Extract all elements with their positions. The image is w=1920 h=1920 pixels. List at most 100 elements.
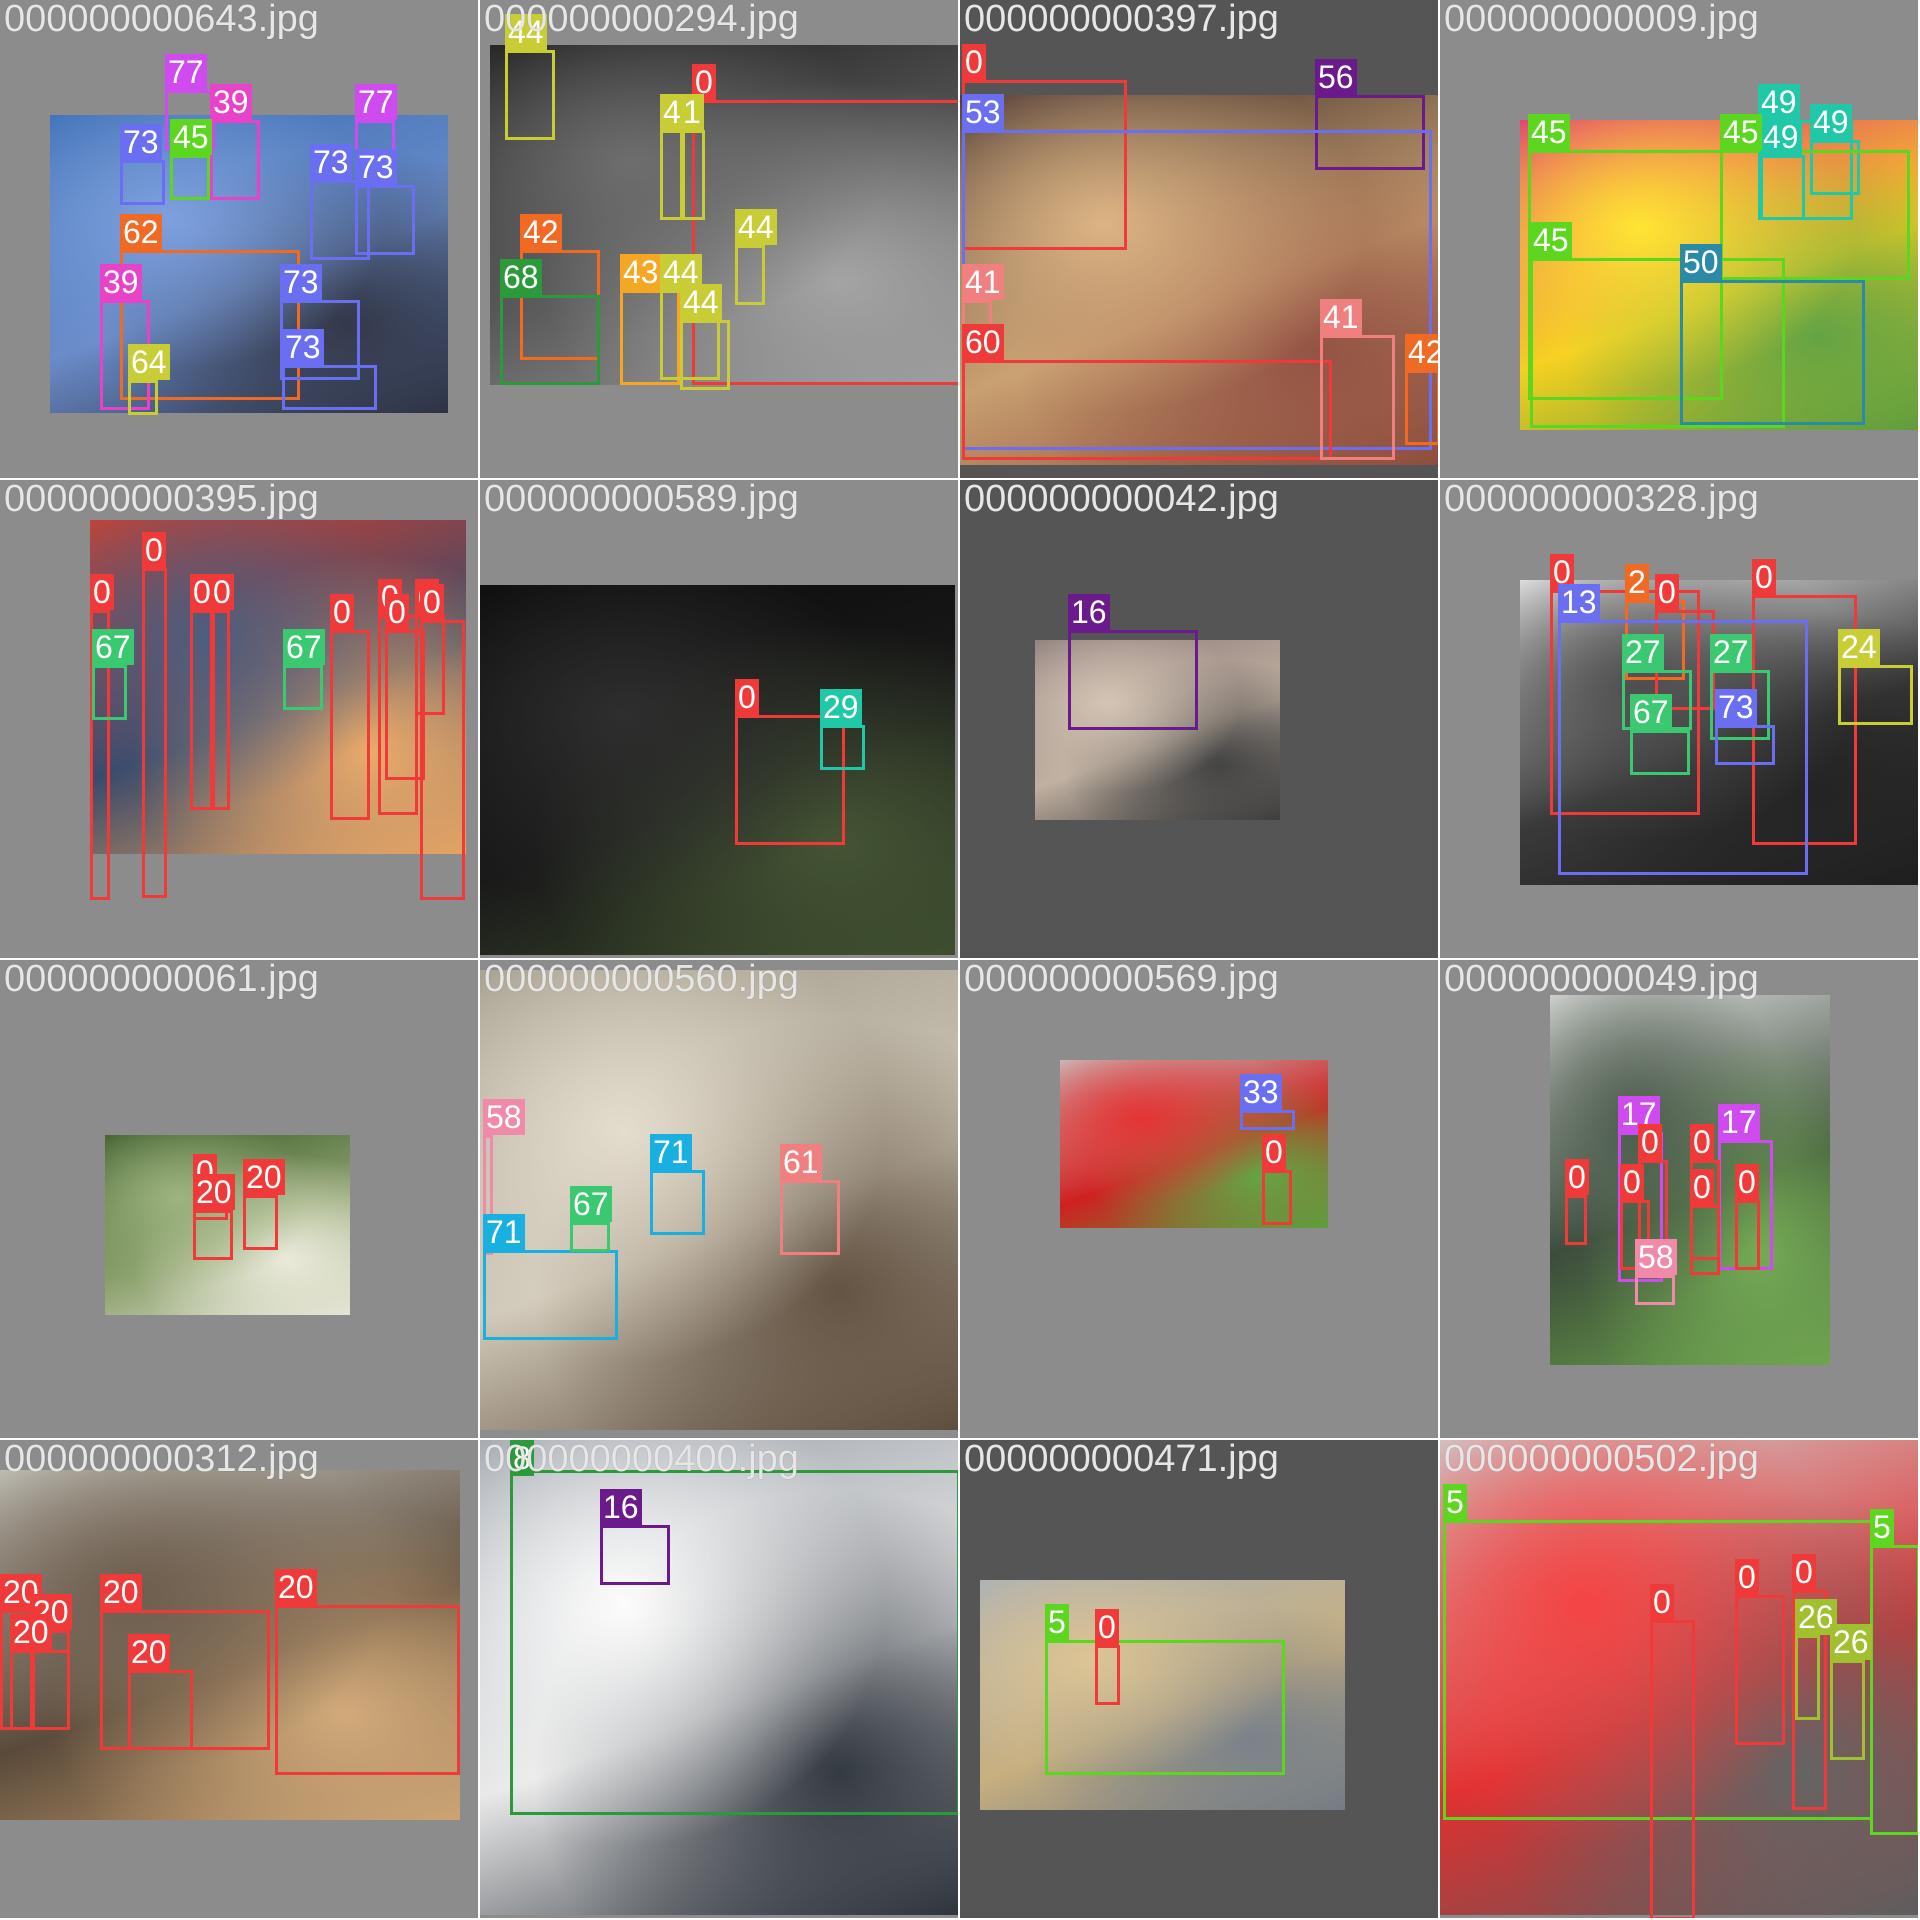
bounding-box	[650, 1170, 705, 1235]
bounding-box	[510, 1470, 958, 1815]
class-label: 20	[275, 1569, 317, 1605]
class-label: 73	[355, 149, 397, 185]
class-label: 0	[1620, 1164, 1644, 1200]
class-label: 39	[100, 264, 142, 300]
bounding-box	[170, 155, 210, 200]
class-label: 73	[280, 264, 322, 300]
image-filename: 000000000560.jpg	[484, 960, 799, 1000]
class-label: 0	[1735, 1164, 1759, 1200]
class-label: 0	[1690, 1169, 1714, 1205]
class-label: 49	[1760, 119, 1802, 155]
class-label: 61	[780, 1144, 822, 1180]
class-label: 0	[142, 532, 166, 568]
class-label: 20	[128, 1634, 170, 1670]
class-label: 71	[650, 1134, 692, 1170]
image-filename: 000000000049.jpg	[1444, 960, 1759, 1000]
bounding-box	[1240, 1110, 1295, 1130]
class-label: 0	[1565, 1159, 1589, 1195]
class-label: 1	[680, 94, 704, 130]
mosaic-tile: 000000000471.jpg 5 0	[960, 1440, 1438, 1918]
image-filename: 000000000589.jpg	[484, 480, 799, 520]
class-label: 20	[100, 1574, 142, 1610]
image-filename: 000000000643.jpg	[4, 0, 319, 40]
bounding-box	[1870, 1545, 1918, 1835]
class-label: 71	[483, 1214, 525, 1250]
bounding-box	[820, 725, 865, 770]
bounding-box	[1630, 730, 1690, 775]
bounding-box	[210, 610, 230, 810]
bounding-box	[1690, 1205, 1720, 1275]
mosaic-tile: 000000000643.jpg 77 39 45 77 73 73 73 62 39 73 73 64	[0, 0, 478, 478]
bounding-box	[600, 1525, 670, 1585]
class-label: 0	[1650, 1584, 1674, 1620]
bounding-box	[692, 100, 958, 385]
mosaic-tile: 000000000397.jpg 0 56 53 41 60 41 42	[960, 0, 1438, 478]
class-label: 58	[483, 1099, 525, 1135]
bounding-box	[505, 50, 555, 140]
class-label: 17	[1718, 1104, 1760, 1140]
bounding-box	[1795, 1635, 1820, 1720]
bounding-box	[1565, 1195, 1587, 1245]
class-label: 0	[1792, 1554, 1816, 1590]
class-label: 56	[1315, 59, 1357, 95]
class-label: 0	[735, 679, 759, 715]
class-label: 5	[1045, 1604, 1069, 1640]
class-label: 43	[620, 254, 662, 290]
class-label: 5	[1443, 1484, 1467, 1520]
class-label: 64	[128, 344, 170, 380]
bounding-box	[1650, 1620, 1695, 1918]
class-label: 16	[600, 1489, 642, 1525]
bounding-box	[243, 1195, 278, 1250]
image-filename: 000000000395.jpg	[4, 480, 319, 520]
class-label: 42	[1405, 334, 1438, 370]
image-filename: 000000000328.jpg	[1444, 480, 1759, 520]
bounding-box	[120, 160, 165, 205]
mosaic-tile: 000000000328.jpg 0 2 0 0 13 27 27 24 73 67	[1440, 480, 1918, 958]
bounding-box	[680, 320, 730, 390]
class-label: 0	[420, 584, 444, 620]
bounding-box	[128, 380, 158, 415]
bounding-box	[1068, 630, 1198, 730]
bounding-box	[1095, 1645, 1120, 1705]
bounding-box	[570, 1222, 610, 1252]
class-label: 42	[520, 214, 562, 250]
bounding-box	[735, 245, 765, 305]
bounding-box	[355, 185, 415, 255]
class-label: 45	[1528, 114, 1570, 150]
mosaic-tile: 000000000042.jpg 16	[960, 480, 1438, 958]
bounding-box	[283, 665, 323, 710]
bounding-box	[1735, 1595, 1785, 1745]
class-label: 67	[1630, 694, 1672, 730]
class-label: 67	[283, 629, 325, 665]
class-label: 0	[1638, 1124, 1662, 1160]
image-filename: 000000000009.jpg	[1444, 0, 1759, 40]
image-filename: 000000000502.jpg	[1444, 1440, 1759, 1480]
class-label: 44	[735, 209, 777, 245]
bounding-box	[1680, 280, 1865, 425]
image-thumbnail	[480, 970, 958, 1430]
bounding-box	[1838, 665, 1913, 725]
class-label: 2	[1625, 564, 1649, 600]
bounding-box	[483, 1250, 618, 1340]
bounding-box	[275, 1605, 460, 1775]
class-label: 27	[1622, 634, 1664, 670]
bounding-box	[1830, 1660, 1865, 1760]
class-label: 0	[210, 574, 234, 610]
bounding-box	[210, 120, 260, 200]
class-label: 39	[210, 84, 252, 120]
class-label: 60	[962, 324, 1004, 360]
image-filename: 000000000569.jpg	[964, 960, 1279, 1000]
bounding-box	[1635, 1275, 1675, 1305]
class-label: 27	[1710, 634, 1752, 670]
bounding-box	[1262, 1170, 1292, 1225]
bounding-box	[680, 130, 705, 220]
class-label: 45	[170, 119, 212, 155]
class-label: 24	[1838, 629, 1880, 665]
bounding-box	[420, 620, 465, 900]
class-label: 20	[193, 1174, 235, 1210]
bounding-box	[500, 295, 600, 385]
image-filename: 000000000061.jpg	[4, 960, 319, 1000]
class-label: 0	[1752, 559, 1776, 595]
class-label: 0	[1690, 1124, 1714, 1160]
bounding-box	[1320, 335, 1395, 460]
